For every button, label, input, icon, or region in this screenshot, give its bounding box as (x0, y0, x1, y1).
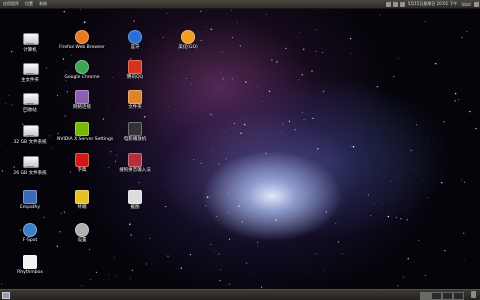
terminal-icon (75, 190, 89, 204)
desktop-icon-label: 网络连接 (73, 105, 91, 110)
clock[interactable]: 5月15日星期日 20:01 下午 (406, 1, 460, 7)
desktop-icon-0[interactable]: 计算机 (5, 30, 55, 54)
bottom-panel (0, 289, 480, 300)
desktop-icon-label: 搜狗拼音输入法 (119, 168, 151, 173)
workspace-2[interactable] (431, 292, 442, 300)
desktop-icon-label: 终端 (77, 205, 87, 210)
desktop-icon-8[interactable]: 网络连接 (57, 90, 107, 111)
firefox-icon (75, 30, 89, 44)
desktop-icon-21[interactable]: Rhythmbox (5, 255, 55, 276)
desktop-icon-label: NVIDIA X Server Settings (57, 137, 114, 142)
desktop-icon-label: Google Chrome (64, 75, 100, 80)
desktop-icon-4[interactable]: 主文件夹 (5, 60, 55, 84)
qq-icon (128, 60, 142, 74)
settings-icon (75, 223, 89, 237)
menu-system[interactable]: 系统 (36, 1, 50, 7)
bluetooth-icon (128, 30, 142, 44)
chrome-icon (75, 60, 89, 74)
movie-player-icon (128, 122, 142, 136)
desktop-icon-label: 32 GB 文件系统 (13, 140, 47, 145)
desktop-icon-label: 回收站 (23, 108, 37, 113)
desktop-icon-label: 26 GB 文件系统 (13, 171, 47, 176)
beautify-icon (181, 30, 195, 44)
desktop-icon-11[interactable]: NVIDIA X Server Settings (57, 122, 114, 143)
desktop-icon-label: 截图 (130, 205, 140, 210)
user-menu[interactable]: Ubnt (459, 2, 473, 7)
desktop-icon-label: 主文件夹 (21, 78, 39, 83)
desktop-icon-label: 腾讯QQ (126, 75, 144, 80)
home-folder-icon (23, 63, 39, 77)
desktop-icon-7[interactable]: 回收站 (5, 90, 55, 114)
desktop-icon-label: 文件夹 (128, 105, 142, 110)
drive-icon (23, 125, 39, 139)
mail-tray-icon[interactable] (399, 1, 405, 7)
computer-icon (23, 33, 39, 47)
workspace-1[interactable] (420, 292, 431, 300)
network-tray-icon[interactable] (385, 1, 391, 7)
desktop-icon-18[interactable]: 截图 (110, 190, 160, 211)
desktop-icon-label: Rhythmbox (17, 270, 43, 275)
desktop-icon-14[interactable]: 字典 (57, 153, 107, 174)
desktop-icon-3[interactable]: 美化(GO) (163, 30, 213, 51)
desktop-icon-15[interactable]: 搜狗拼音输入法 (110, 153, 160, 174)
desktop-icon-5[interactable]: Google Chrome (57, 60, 107, 81)
desktop-icon-label: 计算机 (23, 48, 37, 53)
desktop-icon-label: 字典 (77, 168, 87, 173)
workspace-4[interactable] (453, 292, 464, 300)
trash-applet-icon[interactable] (471, 291, 476, 298)
fspot-icon (23, 223, 37, 237)
empathy-icon (23, 190, 37, 204)
desktop-icon-label: 设置 (77, 238, 87, 243)
desktop-icon-2[interactable]: 蓝牙 (110, 30, 160, 51)
dictionary-icon (75, 153, 89, 167)
desktop-icon-12[interactable]: 电影播放机 (110, 122, 160, 143)
volume-tray-icon[interactable] (392, 1, 398, 7)
desktop-icon-10[interactable]: 32 GB 文件系统 (5, 122, 55, 146)
screenshot-icon (128, 190, 142, 204)
power-icon[interactable] (474, 1, 479, 7)
desktop-icon-20[interactable]: 设置 (57, 223, 107, 244)
rhythmbox-icon (23, 255, 37, 269)
workspace-3[interactable] (442, 292, 453, 300)
desktop-icon-13[interactable]: 26 GB 文件系统 (5, 153, 55, 177)
desktop-icon-label: Firefox Web Browser (59, 45, 105, 50)
sogou-icon (128, 153, 142, 167)
desktop-icon-9[interactable]: 文件夹 (110, 90, 160, 111)
nvidia-icon (75, 122, 89, 136)
desktop-icon-label: 蓝牙 (130, 45, 140, 50)
desktop-icon-16[interactable]: Empathy (5, 190, 55, 211)
menu-applications[interactable]: 应用程序 (0, 1, 22, 7)
folder-icon (128, 90, 142, 104)
show-desktop-button[interactable] (2, 292, 10, 299)
drive-icon (23, 156, 39, 170)
trash-icon (23, 93, 39, 107)
desktop-icon-label: F-Spot (22, 238, 38, 243)
desktop-icon-17[interactable]: 终端 (57, 190, 107, 211)
desktop-icon-19[interactable]: F-Spot (5, 223, 55, 244)
desktop-icon-label: 美化(GO) (178, 45, 198, 50)
top-panel: 应用程序 位置 系统 5月15日星期日 20:01 下午 Ubnt (0, 0, 480, 9)
desktop-icon-label: 电影播放机 (123, 137, 147, 142)
desktop-icon-label: Empathy (19, 205, 41, 210)
desktop-icon-6[interactable]: 腾讯QQ (110, 60, 160, 81)
desktop-icon-1[interactable]: Firefox Web Browser (57, 30, 107, 51)
menu-places[interactable]: 位置 (22, 1, 36, 7)
network-icon (75, 90, 89, 104)
